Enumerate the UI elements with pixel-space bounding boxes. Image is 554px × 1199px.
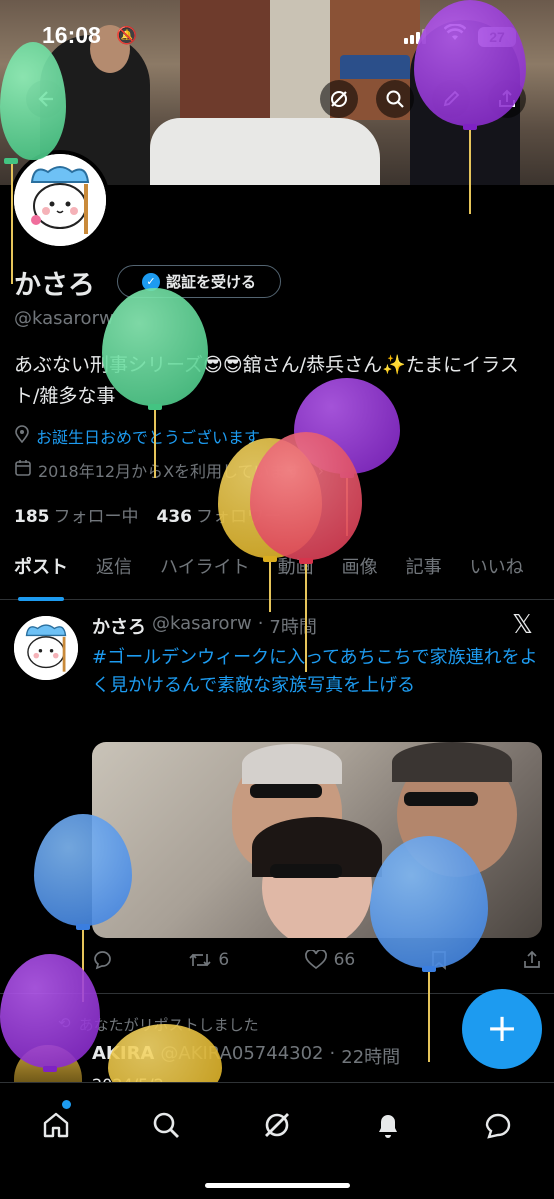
home-icon[interactable]	[34, 1103, 78, 1147]
tab-likes[interactable]: いいね	[456, 545, 538, 599]
location-pin-icon	[14, 424, 30, 448]
post2-time: 22時間	[341, 1047, 401, 1068]
silent-mode-icon: 🔕	[116, 26, 138, 46]
tab-replies[interactable]: 返信	[82, 545, 146, 599]
photo-sunglasses	[250, 784, 322, 798]
repost-button[interactable]: 6	[188, 950, 229, 970]
repost-count: 6	[218, 950, 230, 970]
messages-icon[interactable]	[476, 1103, 520, 1147]
like-count: 66	[333, 950, 356, 970]
post-separator: ·	[257, 613, 264, 634]
bell-icon[interactable]	[366, 1103, 410, 1147]
post-text[interactable]: #ゴールデンウィークに入ってあちこちで家族連れをよく見かけるんで素敵な家族写真を…	[92, 644, 542, 700]
following-label: フォロー中	[53, 507, 139, 527]
tab-highlights[interactable]: ハイライト	[146, 545, 264, 599]
post-time: 7時間	[269, 617, 317, 638]
post-avatar[interactable]	[12, 614, 80, 682]
banner-awning	[340, 55, 410, 79]
search-icon[interactable]	[144, 1103, 188, 1147]
following-link[interactable]: 185 フォロー中	[14, 502, 139, 527]
tab-articles[interactable]: 記事	[392, 545, 456, 599]
calendar-icon	[14, 459, 32, 481]
like-button[interactable]: 66	[304, 950, 356, 970]
reply-icon	[94, 951, 111, 970]
post-actions: 6 66	[92, 950, 542, 970]
home-indicator	[205, 1183, 350, 1188]
following-count: 185	[14, 507, 50, 527]
post-header: かさろ @kasarorw · 7時間	[92, 613, 317, 639]
photo-hair	[392, 742, 512, 782]
photo-hair	[242, 744, 342, 784]
profile-name: かさろ	[14, 270, 95, 301]
profile-handle: @kasarorw	[14, 308, 114, 329]
status-time: 16:08	[42, 22, 101, 48]
post2-separator: ·	[329, 1043, 336, 1064]
grok-icon[interactable]	[320, 80, 358, 118]
get-verified-label: 認証を受ける	[165, 273, 256, 291]
grok-icon[interactable]	[255, 1103, 299, 1147]
share-post-button[interactable]	[522, 950, 542, 970]
heart-icon	[304, 950, 327, 970]
tab-photos[interactable]: 画像	[328, 545, 392, 599]
banner-car	[150, 118, 380, 185]
tab-posts[interactable]: ポスト	[0, 545, 82, 601]
reply-button[interactable]	[92, 950, 114, 970]
birthday-row: お誕生日おめでとうございます	[14, 424, 260, 448]
compose-post-button[interactable]: +	[462, 989, 542, 1069]
x-logo-icon: 𝕏	[512, 610, 533, 640]
home-notification-dot	[62, 1100, 71, 1109]
repost-icon	[189, 953, 211, 967]
search-icon[interactable]	[376, 80, 414, 118]
profile-bio: あぶない刑事シリーズ😎😎舘さん/恭兵さん✨たまにイラスト/雑多な事	[14, 354, 519, 407]
followers-count: 436	[156, 507, 193, 527]
photo-sunglasses	[270, 864, 342, 878]
post-author[interactable]: かさろ	[92, 613, 146, 639]
bottom-navigation	[0, 1082, 554, 1199]
photo-sunglasses	[404, 792, 478, 806]
share-icon	[524, 950, 540, 968]
profile-avatar[interactable]	[10, 150, 110, 250]
birthday-text[interactable]: お誕生日おめでとうございます	[36, 424, 260, 448]
post-handle[interactable]: @kasarorw	[152, 613, 252, 639]
